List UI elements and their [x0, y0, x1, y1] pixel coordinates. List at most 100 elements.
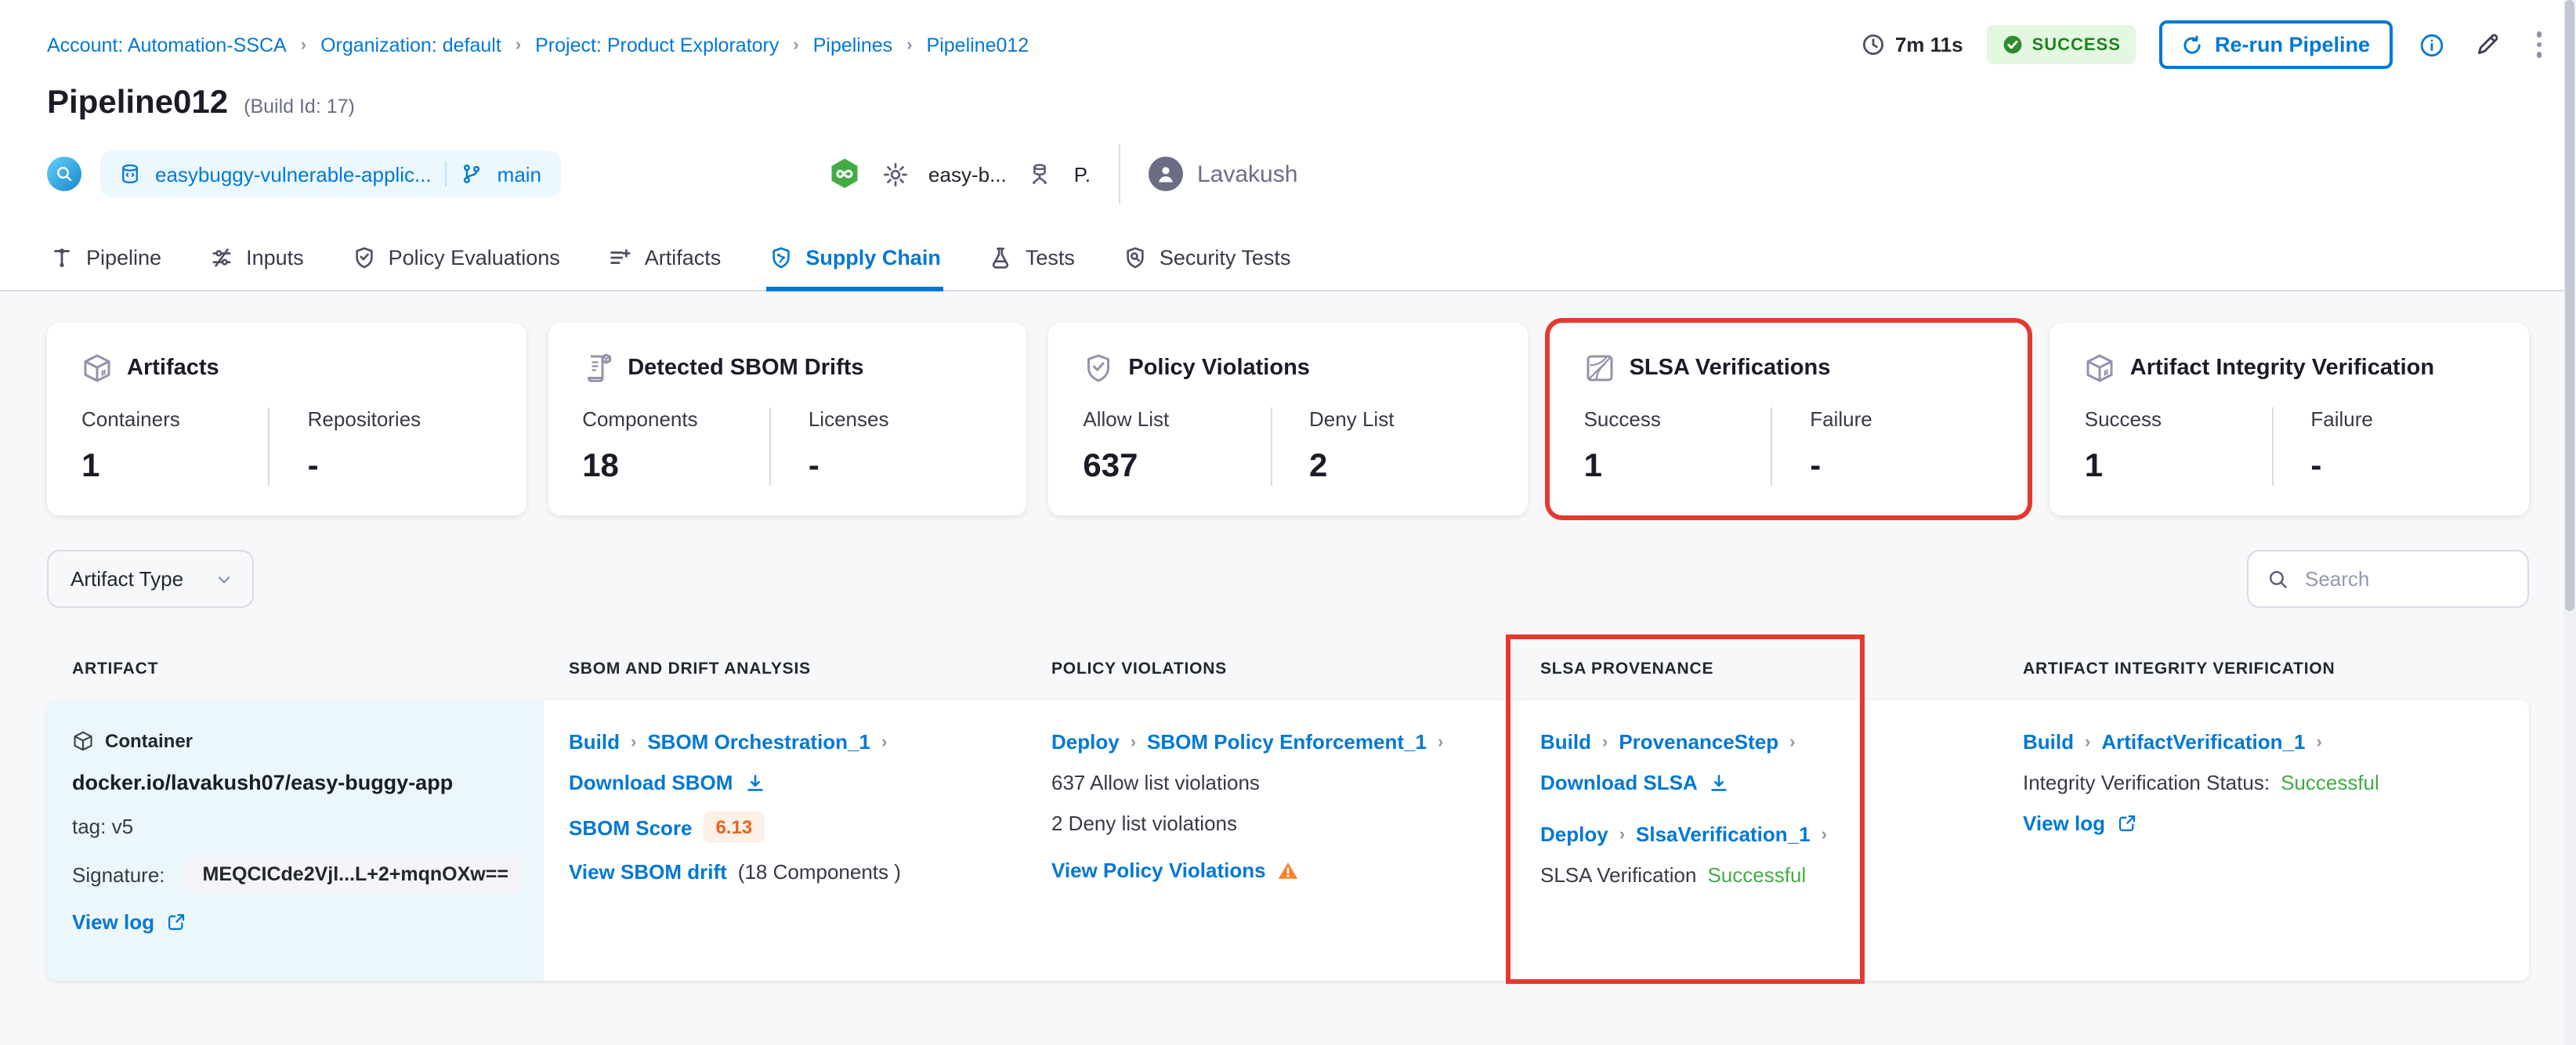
- breadcrumb-project[interactable]: Project: Product Exploratory: [535, 34, 779, 56]
- sbom-step-breadcrumb: Build › SBOM Orchestration_1 ›: [569, 730, 888, 754]
- download-sbom-link[interactable]: Download SBOM: [569, 771, 1001, 794]
- breadcrumb-account[interactable]: Account: Automation-SSCA: [47, 34, 287, 56]
- trigger-name: easy-b...: [928, 162, 1007, 186]
- repo-branch-pill[interactable]: easybuggy-vulnerable-applic... main: [100, 150, 561, 197]
- step-link[interactable]: SlsaVerification_1: [1636, 823, 1811, 846]
- stat-label: Licenses: [808, 407, 889, 431]
- supply-chain-shield-icon: [769, 246, 793, 269]
- tab-inputs[interactable]: Inputs: [207, 229, 307, 290]
- step-link[interactable]: SBOM Policy Enforcement_1: [1147, 730, 1427, 754]
- stat-value: 1: [1583, 448, 1602, 484]
- card-title: Detected SBOM Drifts: [628, 356, 864, 381]
- sbom-score-link[interactable]: SBOM Score: [569, 815, 693, 839]
- edit-pipeline-button[interactable]: [2470, 28, 2503, 61]
- flask-icon: [990, 246, 1013, 269]
- stat-label: Deny List: [1309, 407, 1395, 431]
- breadcrumb-separator: ›: [906, 35, 913, 54]
- infrastructure-icon: [1027, 161, 1054, 187]
- shield-search-icon: [1123, 246, 1147, 269]
- view-sbom-drift-link[interactable]: View SBOM drift: [569, 860, 727, 884]
- clock-icon: [1862, 33, 1886, 56]
- step-link[interactable]: SBOM Orchestration_1: [647, 730, 870, 754]
- breadcrumb-pipeline012[interactable]: Pipeline012: [927, 34, 1029, 56]
- scrollbar-thumb[interactable]: [2565, 0, 2574, 611]
- tab-supply-chain[interactable]: Supply Chain: [766, 229, 945, 291]
- cube-icon: [81, 353, 113, 384]
- harness-trigger-icon: [827, 157, 861, 191]
- stage-link[interactable]: Deploy: [1051, 730, 1120, 754]
- integrity-step-breadcrumb: Build › ArtifactVerification_1 ›: [2023, 730, 2322, 754]
- artifact-name: docker.io/lavakush07/easy-buggy-app: [72, 771, 454, 794]
- user-avatar-icon: [1148, 157, 1183, 191]
- slsa-cell: Build › ProvenanceStep › Download SLSA D…: [1515, 700, 1998, 981]
- stat-label: Containers: [81, 407, 180, 431]
- stage-link[interactable]: Build: [1540, 730, 1591, 754]
- search-box: [2247, 550, 2529, 608]
- artifact-cell: Container docker.io/lavakush07/easy-bugg…: [47, 700, 544, 981]
- sbom-score-line: SBOM Score 6.13: [569, 812, 1001, 843]
- status-badge: SUCCESS: [1986, 25, 2136, 64]
- build-id: (Build Id: 17): [244, 96, 355, 118]
- execution-info-button[interactable]: [2415, 29, 2447, 60]
- stat-label: Failure: [2310, 407, 2373, 431]
- slsa-verification-breadcrumb: Deploy › SlsaVerification_1 ›: [1540, 823, 1827, 846]
- sbom-drift-line: View SBOM drift (18 Components ): [569, 860, 1001, 884]
- breadcrumb-organization[interactable]: Organization: default: [320, 34, 501, 56]
- warning-icon: [1277, 859, 1299, 881]
- stat-label: Components: [582, 407, 698, 431]
- execution-meta-row: easybuggy-vulnerable-applic... main easy…: [0, 122, 2576, 229]
- view-policy-violations-link[interactable]: View Policy Violations: [1051, 859, 1490, 882]
- filter-row: Artifact Type: [47, 550, 2529, 608]
- tab-pipeline[interactable]: Pipeline: [47, 229, 165, 290]
- integrity-status-value: Successful: [2281, 771, 2379, 794]
- supply-chain-content: Artifacts Containers 1 Repositories - Dete…: [0, 291, 2576, 984]
- git-branch-icon: [461, 163, 483, 185]
- vertical-scrollbar[interactable]: [2563, 0, 2576, 1045]
- artifact-view-log[interactable]: View log: [72, 910, 519, 934]
- external-link-icon: [165, 912, 186, 932]
- tab-tests[interactable]: Tests: [986, 229, 1078, 290]
- tab-security-tests[interactable]: Security Tests: [1120, 229, 1294, 290]
- search-input[interactable]: [2302, 566, 2509, 592]
- trigger-initial: P.: [1073, 162, 1091, 186]
- artifact-tag: tag: v5: [72, 815, 134, 838]
- stat-label: Allow List: [1083, 407, 1170, 431]
- tab-artifacts[interactable]: Artifacts: [606, 229, 725, 290]
- tab-policy-evaluations[interactable]: Policy Evaluations: [349, 229, 563, 290]
- stat-value: 2: [1309, 448, 1328, 484]
- column-header-slsa: SLSA PROVENANCE: [1540, 660, 1714, 678]
- integrity-view-log[interactable]: View log: [2023, 812, 2504, 835]
- breadcrumb-separator: ›: [515, 35, 522, 54]
- stage-link[interactable]: Deploy: [1540, 823, 1608, 846]
- step-link[interactable]: ProvenanceStep: [1619, 730, 1778, 754]
- cube-icon: [2085, 353, 2116, 384]
- execution-tabs: Pipeline Inputs Policy Evaluations Artif…: [0, 229, 2576, 291]
- stat-value: -: [2310, 448, 2322, 484]
- stat-label: Success: [1583, 407, 1661, 431]
- card-title: Artifacts: [127, 356, 219, 381]
- column-header-integrity: ARTIFACT INTEGRITY VERIFICATION: [2023, 660, 2335, 678]
- stat-value: 18: [582, 448, 619, 484]
- slsa-provenance-breadcrumb: Build › ProvenanceStep ›: [1540, 730, 1796, 754]
- artifact-type-badge: Container: [72, 730, 519, 752]
- integrity-cell: Build › ArtifactVerification_1 › Integri…: [1998, 700, 2529, 981]
- stat-value: 1: [81, 448, 100, 484]
- top-bar: Account: Automation-SSCA › Organization:…: [0, 0, 2576, 69]
- more-options-button[interactable]: [2527, 27, 2551, 63]
- step-link[interactable]: ArtifactVerification_1: [2101, 730, 2305, 754]
- sbom-scroll-icon: [582, 353, 613, 384]
- stage-link[interactable]: Build: [2023, 730, 2074, 754]
- stage-link[interactable]: Build: [569, 730, 620, 754]
- download-slsa-link[interactable]: Download SLSA: [1540, 771, 1973, 794]
- sbom-score-badge: 6.13: [703, 812, 765, 843]
- triggered-by-user: Lavakush: [1148, 157, 1297, 191]
- breadcrumb-separator: ›: [793, 35, 799, 54]
- sbom-cell: Build › SBOM Orchestration_1 › Download …: [544, 700, 1026, 981]
- breadcrumb-pipelines[interactable]: Pipelines: [813, 34, 892, 56]
- shield-check-icon: [353, 246, 376, 269]
- page-title: Pipeline012: [47, 85, 229, 121]
- rerun-pipeline-button[interactable]: Re-run Pipeline: [2159, 20, 2392, 69]
- artifact-type-dropdown[interactable]: Artifact Type: [47, 550, 255, 608]
- card-title: Policy Violations: [1128, 356, 1310, 381]
- gear-icon: [881, 161, 908, 187]
